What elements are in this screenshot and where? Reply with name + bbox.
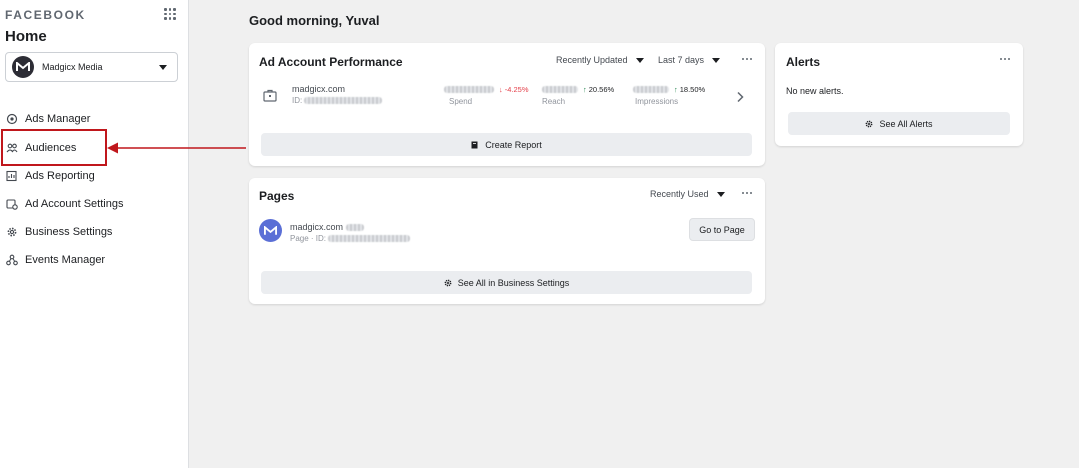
- account-id-prefix: ID:: [292, 96, 303, 105]
- madgicx-logo-icon: [16, 62, 30, 71]
- alerts-empty-text: No new alerts.: [786, 86, 844, 96]
- redacted-id: [304, 97, 383, 105]
- redacted-value: [633, 86, 669, 93]
- page-id: Page · ID:: [290, 234, 411, 243]
- greeting-heading: Good morning, Yuval: [249, 13, 380, 28]
- gear-icon: [866, 120, 873, 127]
- pages-sort-label: Recently Used: [650, 189, 709, 199]
- sidebar-item-events-manager[interactable]: Events Manager: [6, 251, 105, 269]
- ad-account-performance-card: Ad Account Performance Recently Updated …: [249, 43, 765, 166]
- annotation-highlight-box: [1, 129, 107, 166]
- spend-label: Spend: [449, 97, 473, 106]
- pages-sort-dropdown[interactable]: Recently Used: [650, 189, 725, 199]
- chevron-down-icon: [712, 57, 721, 63]
- more-options-icon[interactable]: [742, 192, 754, 196]
- chevron-down-icon: [635, 57, 644, 63]
- sort-dropdown[interactable]: Recently Updated: [556, 55, 644, 65]
- reach-change: 20.56%: [588, 85, 615, 94]
- brand-wordmark[interactable]: FACEBOOK: [5, 8, 86, 22]
- sidebar-item-label: Business Settings: [25, 226, 113, 238]
- briefcase-icon: [263, 89, 277, 102]
- ad-account-settings-icon: [6, 199, 18, 210]
- page-id-prefix: Page · ID:: [290, 234, 327, 243]
- impressions-label: Impressions: [635, 97, 679, 106]
- chevron-down-icon: [716, 191, 725, 197]
- more-options-icon[interactable]: [742, 58, 754, 62]
- redacted-suffix: [345, 224, 364, 232]
- sidebar-item-label: Events Manager: [25, 254, 106, 266]
- report-icon: [471, 141, 478, 148]
- create-report-label: Create Report: [485, 139, 542, 150]
- sidebar-item-label: Ads Manager: [25, 113, 91, 125]
- up-arrow-icon: ↑: [583, 85, 587, 94]
- up-arrow-icon: ↑: [674, 85, 678, 94]
- gear-icon: [444, 279, 452, 286]
- redacted-id: [328, 235, 411, 243]
- go-to-page-label: Go to Page: [699, 224, 745, 235]
- go-to-page-button[interactable]: Go to Page: [689, 218, 755, 241]
- sidebar-item-label: Ads Reporting: [25, 170, 95, 182]
- account-avatar: [12, 56, 34, 78]
- redacted-value: [444, 86, 494, 93]
- sidebar: FACEBOOK Home Madgicx Media Ads Manager …: [0, 0, 189, 468]
- sidebar-item-ads-manager[interactable]: Ads Manager: [6, 110, 90, 128]
- page-name[interactable]: madgicx.com: [290, 222, 364, 232]
- apps-grid-icon[interactable]: [164, 8, 176, 20]
- events-manager-icon: [6, 254, 18, 266]
- see-all-alerts-button[interactable]: See All Alerts: [788, 112, 1010, 135]
- ads-reporting-icon: [6, 170, 17, 182]
- account-id: ID:: [292, 96, 383, 105]
- page-name-text: madgicx.com: [290, 222, 344, 232]
- see-all-business-settings-label: See All in Business Settings: [457, 277, 570, 288]
- gear-icon: [7, 227, 17, 237]
- alerts-card: Alerts No new alerts. See All Alerts: [775, 43, 1023, 146]
- page-avatar[interactable]: [259, 219, 282, 242]
- sidebar-item-label: Ad Account Settings: [25, 198, 124, 210]
- account-selector[interactable]: Madgicx Media: [5, 52, 178, 82]
- madgicx-logo-icon: [264, 225, 277, 235]
- sidebar-item-business-settings[interactable]: Business Settings: [6, 223, 112, 241]
- reach-metric: ↑ 20.56%: [542, 85, 614, 94]
- card-title: Pages: [259, 189, 295, 203]
- date-range-label: Last 7 days: [658, 55, 705, 65]
- see-all-alerts-label: See All Alerts: [879, 118, 933, 129]
- down-arrow-icon: ↓: [499, 85, 503, 94]
- impressions-metric: ↑ 18.50%: [633, 85, 705, 94]
- date-range-dropdown[interactable]: Last 7 days: [658, 55, 721, 65]
- card-title: Ad Account Performance: [259, 55, 403, 69]
- ads-manager-icon: [6, 113, 18, 125]
- pages-card: Pages Recently Used madgicx.com Page · I…: [249, 178, 765, 304]
- reach-label: Reach: [542, 97, 566, 106]
- chevron-down-icon: [159, 65, 167, 70]
- spend-change: -4.25%: [504, 85, 529, 94]
- impressions-change: 18.50%: [679, 85, 706, 94]
- account-name: Madgicx Media: [42, 62, 103, 72]
- card-title: Alerts: [786, 55, 821, 69]
- sidebar-item-ads-reporting[interactable]: Ads Reporting: [6, 167, 95, 185]
- more-options-icon[interactable]: [1000, 58, 1012, 62]
- redacted-value: [542, 86, 578, 93]
- chevron-right-icon[interactable]: [736, 91, 744, 103]
- account-name[interactable]: madgicx.com: [292, 84, 345, 94]
- spend-metric: ↓ -4.25%: [444, 85, 529, 94]
- annotation-arrow-icon: [107, 142, 246, 154]
- sidebar-item-ad-account-settings[interactable]: Ad Account Settings: [6, 195, 123, 213]
- see-all-business-settings-button[interactable]: See All in Business Settings: [261, 271, 752, 294]
- create-report-button[interactable]: Create Report: [261, 133, 752, 156]
- page-title: Home: [5, 28, 47, 45]
- sort-dropdown-label: Recently Updated: [556, 55, 628, 65]
